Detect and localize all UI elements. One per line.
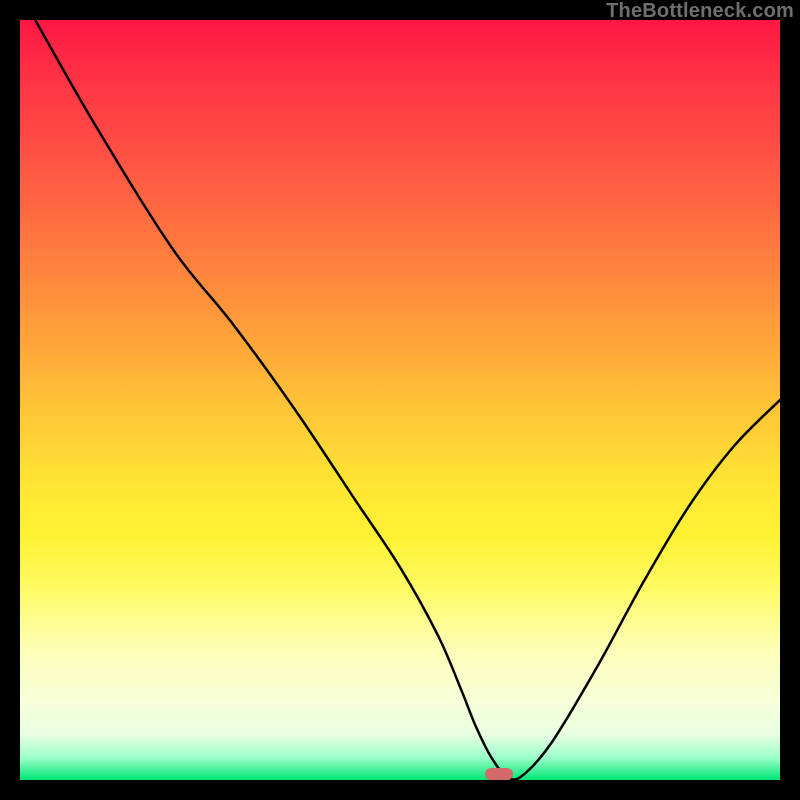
optimum-marker [485, 768, 513, 780]
chart-frame: TheBottleneck.com [0, 0, 800, 800]
bottleneck-curve [20, 20, 780, 780]
plot-area [20, 20, 780, 780]
